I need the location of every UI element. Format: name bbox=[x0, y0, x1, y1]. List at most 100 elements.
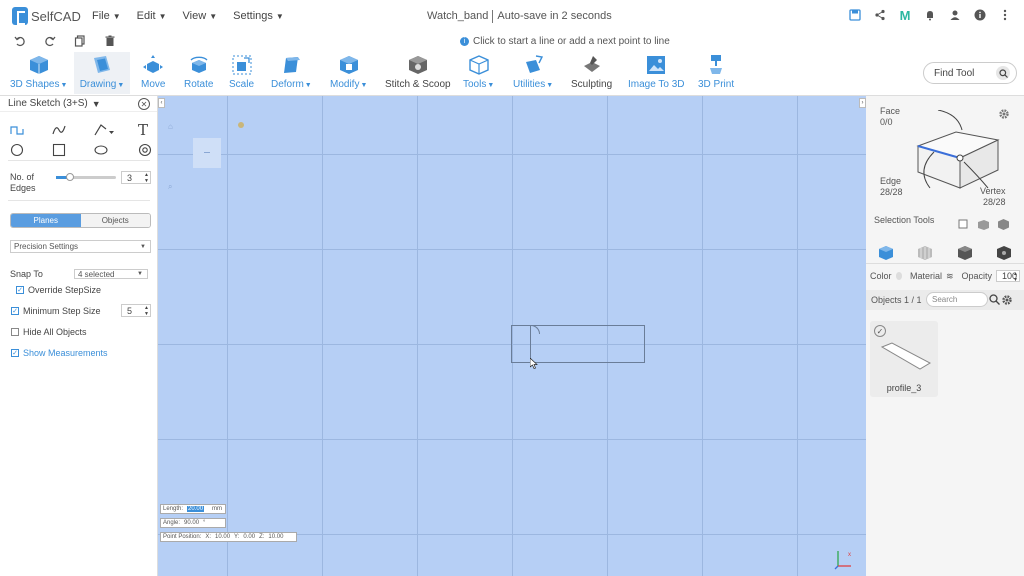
length-measure[interactable]: Length: 20.00 mm bbox=[160, 504, 226, 514]
copy-icon[interactable] bbox=[74, 34, 86, 50]
stepper-arrows-icon[interactable]: ▲ ▼ bbox=[144, 172, 149, 184]
object-search-input[interactable]: Search bbox=[926, 292, 988, 307]
override-stepsize-row[interactable]: ✓ Override StepSize bbox=[16, 285, 101, 295]
undo-icon[interactable] bbox=[14, 35, 26, 50]
z-value[interactable]: 10.00 bbox=[268, 534, 283, 540]
camera-view-icon[interactable]: ⌕ bbox=[168, 182, 172, 192]
stepper-arrows-icon[interactable]: ▲ ▼ bbox=[1013, 271, 1018, 283]
edges-slider[interactable] bbox=[56, 173, 116, 181]
bell-icon[interactable] bbox=[923, 8, 937, 22]
caret-down-icon[interactable]: ▼ bbox=[92, 99, 101, 109]
hide-all-row[interactable]: Hide All Objects bbox=[11, 327, 87, 337]
tool-scale[interactable]: Scale bbox=[229, 54, 254, 90]
tool-image-to-3d[interactable]: Image To 3D bbox=[628, 54, 685, 90]
precision-settings-select[interactable]: Precision Settings ▼ bbox=[10, 240, 151, 253]
tab-objects[interactable]: Objects bbox=[80, 214, 150, 227]
image-icon bbox=[645, 54, 667, 76]
text-shape-icon[interactable]: T bbox=[138, 121, 152, 139]
group-select-icon[interactable] bbox=[977, 219, 990, 233]
m-brand-icon[interactable]: M bbox=[898, 8, 912, 23]
gear-icon[interactable] bbox=[1001, 294, 1013, 308]
info-icon[interactable] bbox=[973, 8, 987, 22]
point-position-measure[interactable]: Point Position: X: 10.00 Y: 0.00 Z: 10.0… bbox=[160, 532, 297, 542]
wireframe-cube-icon[interactable] bbox=[918, 245, 933, 260]
x-value[interactable]: 10.00 bbox=[215, 534, 230, 540]
light-indicator-icon[interactable] bbox=[238, 122, 244, 128]
tab-planes[interactable]: Planes bbox=[11, 214, 81, 227]
hide-all-checkbox[interactable] bbox=[11, 328, 19, 336]
home-view-icon[interactable]: ⌂ bbox=[168, 122, 173, 131]
box-select-icon[interactable] bbox=[958, 219, 969, 233]
search-icon[interactable] bbox=[996, 66, 1010, 80]
color-swatch[interactable] bbox=[895, 272, 902, 280]
chevron-down-icon: ▼ bbox=[158, 11, 167, 21]
curve-shape-icon[interactable] bbox=[52, 123, 66, 137]
min-step-row[interactable]: ✓ Minimum Step Size bbox=[11, 306, 101, 316]
user-icon[interactable] bbox=[948, 8, 962, 22]
material-icon[interactable]: ≋ bbox=[946, 271, 954, 282]
menu-settings[interactable]: Settings ▼ bbox=[233, 10, 284, 22]
menu-file[interactable]: File ▼ bbox=[92, 10, 121, 22]
circle-shape-icon[interactable] bbox=[10, 143, 24, 157]
save-icon[interactable] bbox=[848, 8, 862, 22]
hex-solid-icon[interactable] bbox=[997, 245, 1012, 260]
edges-slider-knob[interactable] bbox=[66, 173, 74, 181]
app-logo[interactable]: SelfCAD bbox=[12, 7, 82, 25]
more-vertical-icon[interactable] bbox=[998, 8, 1012, 22]
override-stepsize-checkbox[interactable]: ✓ bbox=[16, 286, 24, 294]
y-value[interactable]: 0.00 bbox=[243, 534, 255, 540]
tool-3d-shapes[interactable]: 3D Shapes▼ bbox=[10, 54, 67, 90]
polyline-shape-icon[interactable] bbox=[10, 123, 24, 137]
document-title[interactable]: Watch_band bbox=[427, 10, 488, 23]
color-material-opacity-row: Color Material ≋ Opacity 100 ▲ ▼ bbox=[870, 270, 1020, 283]
show-measurements-row[interactable]: ✓ Show Measurements bbox=[11, 348, 108, 358]
tool-modify[interactable]: Modify▼ bbox=[330, 54, 367, 90]
deform-icon bbox=[280, 54, 302, 76]
angle-value[interactable]: 90.00 bbox=[184, 520, 199, 526]
tool-move[interactable]: Move bbox=[141, 54, 165, 90]
object-card[interactable]: ✓ profile_3 bbox=[870, 321, 938, 397]
override-stepsize-label: Override StepSize bbox=[28, 285, 102, 295]
collapse-right-icon[interactable]: › bbox=[859, 98, 866, 108]
opacity-stepper[interactable]: 100 ▲ ▼ bbox=[996, 270, 1020, 283]
trash-icon[interactable] bbox=[104, 35, 116, 50]
tool-rotate[interactable]: Rotate bbox=[184, 54, 213, 90]
redo-icon[interactable] bbox=[44, 35, 56, 50]
pen-shape-icon[interactable] bbox=[94, 123, 116, 137]
stepper-arrows-icon[interactable]: ▲ ▼ bbox=[144, 305, 149, 317]
search-icon[interactable] bbox=[989, 294, 1000, 307]
menu-edit[interactable]: Edit ▼ bbox=[137, 10, 167, 22]
min-step-checkbox[interactable]: ✓ bbox=[11, 307, 19, 315]
close-icon[interactable]: ✕ bbox=[138, 98, 150, 110]
show-measurements-checkbox[interactable]: ✓ bbox=[11, 349, 19, 357]
check-icon[interactable]: ✓ bbox=[874, 325, 886, 337]
edges-stepper[interactable]: 3 ▲ ▼ bbox=[121, 171, 151, 184]
tool-stitch-scoop[interactable]: Stitch & Scoop bbox=[385, 54, 451, 90]
length-value[interactable]: 20.00 bbox=[187, 506, 205, 512]
3d-viewport[interactable]: ‹ › ⌂ ⌕ Length: 20.00 mm Angle: 90.00 ° … bbox=[158, 96, 866, 576]
solid-blue-cube-icon[interactable] bbox=[878, 245, 893, 260]
vertex-readout: Vertex 28/28 bbox=[980, 186, 1006, 208]
share-icon[interactable] bbox=[873, 8, 887, 22]
rectangle-shape-icon[interactable] bbox=[52, 143, 66, 157]
tool-sculpting[interactable]: Sculpting bbox=[571, 54, 612, 90]
ellipse-shape-icon[interactable] bbox=[94, 143, 108, 157]
ring-shape-icon[interactable] bbox=[138, 143, 152, 157]
tool-deform[interactable]: Deform▼ bbox=[271, 54, 312, 90]
angle-measure[interactable]: Angle: 90.00 ° bbox=[160, 518, 226, 528]
collapse-left-icon[interactable]: ‹ bbox=[158, 98, 165, 108]
history-controls bbox=[14, 34, 116, 50]
tool-3d-print[interactable]: 3D Print bbox=[698, 54, 734, 90]
tool-drawing[interactable]: Drawing▼ bbox=[74, 52, 130, 94]
find-tool-input[interactable]: Find Tool bbox=[923, 62, 1017, 84]
selection-cube-diagram[interactable] bbox=[908, 109, 1008, 194]
min-step-stepper[interactable]: 5 ▲ ▼ bbox=[121, 304, 151, 317]
tool-tools[interactable]: Tools▼ bbox=[463, 54, 494, 90]
edges-label: No. of Edges bbox=[10, 172, 36, 193]
snap-to-select[interactable]: 4 selected ▼ bbox=[74, 269, 148, 279]
dark-cube-icon[interactable] bbox=[957, 245, 972, 260]
object-select-icon[interactable] bbox=[998, 219, 1009, 233]
tool-utilities[interactable]: Utilities▼ bbox=[513, 54, 553, 90]
menu-view[interactable]: View ▼ bbox=[183, 10, 218, 22]
navigation-cube[interactable] bbox=[193, 138, 221, 168]
